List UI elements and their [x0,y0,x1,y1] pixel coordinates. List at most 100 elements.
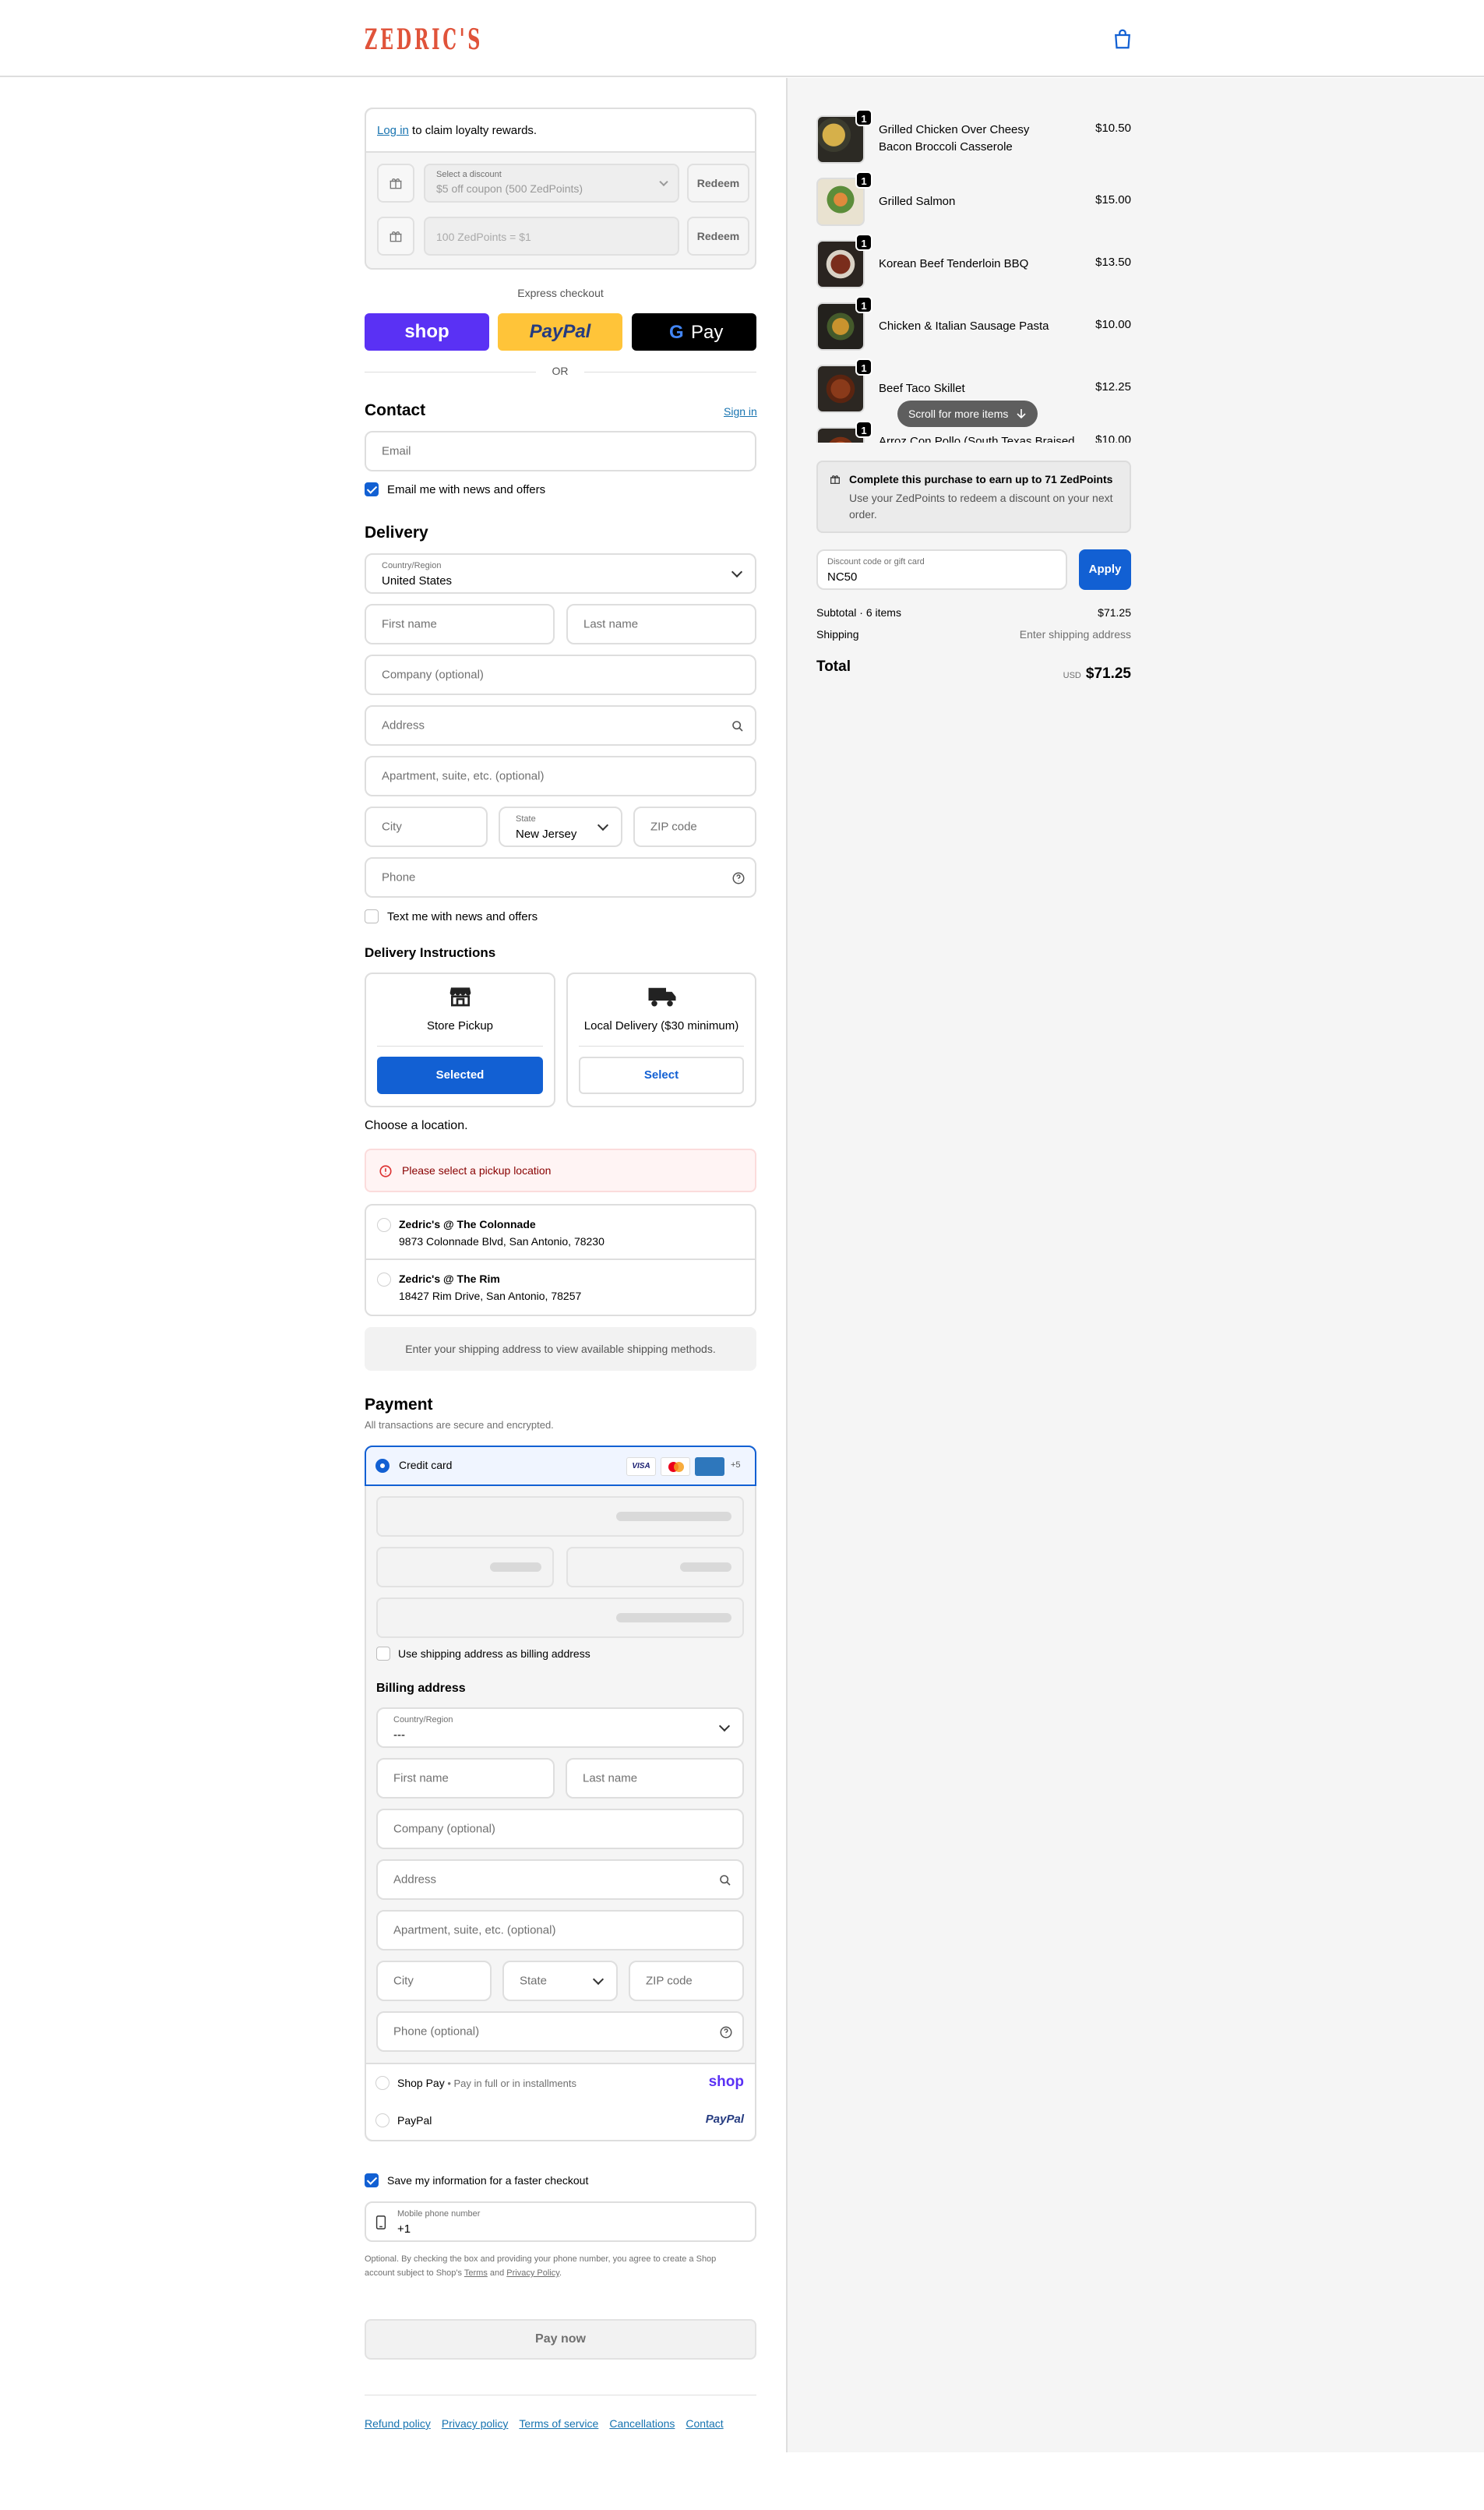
mastercard-icon [661,1457,690,1476]
paypal-radio[interactable] [375,2113,390,2127]
location-radio[interactable] [377,1273,391,1287]
paypal-option[interactable]: PayPal PayPal [366,2102,755,2140]
help-circle-icon[interactable] [719,2025,733,2039]
selected-button[interactable]: Selected [377,1057,543,1094]
billing-company-field[interactable]: Company (optional) [376,1809,744,1849]
shopping-bag-icon[interactable] [1111,27,1134,51]
location-option[interactable]: Zedric's @ The Colonnade 9873 Colonnade … [366,1206,755,1260]
discount-select[interactable]: Select a discount $5 off coupon (500 Zed… [424,164,679,203]
terms-of-service-link[interactable]: Terms of service [519,2417,598,2430]
help-circle-icon[interactable] [731,871,746,885]
store-logo[interactable]: ZEDRIC'S [365,23,483,56]
truck-icon [648,987,676,1007]
billing-address-heading: Billing address [376,1682,466,1695]
total-label: Total [816,658,851,675]
discount-code-field[interactable]: Discount code or gift card NC50 [816,549,1067,590]
first-name-field[interactable]: First name [365,604,555,644]
location-option[interactable]: Zedric's @ The Rim 18427 Rim Drive, San … [366,1260,755,1315]
select-button[interactable]: Select [579,1057,744,1094]
item-name: Korean Beef Tenderloin BBQ [879,257,1029,270]
phone-field[interactable]: Phone [365,857,756,898]
points-input[interactable]: 100 ZedPoints = $1 [424,217,679,256]
item-name: Beef Taco Skillet [879,382,965,395]
billing-first-name-field[interactable]: First name [376,1758,555,1799]
apply-button[interactable]: Apply [1079,549,1131,590]
location-radio[interactable] [377,1218,391,1232]
google-pay-button[interactable]: G Pay [632,313,756,351]
cancellations-link[interactable]: Cancellations [609,2417,675,2430]
credit-card-radio[interactable] [375,1459,390,1473]
security-code-field[interactable] [566,1547,744,1587]
email-news-checkbox[interactable] [365,482,379,496]
billing-last-name-field[interactable]: Last name [566,1758,744,1799]
payment-subtitle: All transactions are secure and encrypte… [365,1419,554,1431]
item-price: $12.25 [1095,380,1131,394]
item-name: Grilled Chicken Over Cheesy Bacon Brocco… [879,123,1030,154]
pay-now-button[interactable]: Pay now [365,2319,756,2360]
cart-item: 1 Korean Beef Tenderloin BBQ $13.50 [816,234,1131,291]
sign-in-link[interactable]: Sign in [724,405,757,418]
apartment-field[interactable]: Apartment, suite, etc. (optional) [365,756,756,796]
billing-phone-field[interactable]: Phone (optional) [376,2011,744,2052]
item-price: $13.50 [1095,256,1131,269]
redeem-points-button[interactable]: Redeem [687,217,749,256]
privacy-link[interactable]: Privacy Policy [506,2268,559,2278]
billing-same-checkbox[interactable] [376,1647,390,1661]
cart-items-list: 1 Grilled Chicken Over Cheesy Bacon Broc… [816,109,1131,443]
last-name-field[interactable]: Last name [566,604,756,644]
loyalty-box: Log in to claim loyalty rewards. Select … [365,108,756,270]
login-link[interactable]: Log in [377,124,409,137]
paypal-button[interactable]: PayPal [498,313,622,351]
mobile-phone-field[interactable]: Mobile phone number +1 [365,2201,756,2242]
contact-heading: Contact [365,401,426,419]
state-select[interactable]: State New Jersey [499,807,622,847]
store-icon [449,987,471,1007]
billing-address-field[interactable]: Address [376,1859,744,1900]
store-pickup-card[interactable]: Store Pickup Selected [365,973,555,1107]
arrow-down-icon [1017,409,1026,419]
privacy-policy-link[interactable]: Privacy policy [442,2417,509,2430]
billing-state-select[interactable]: State [502,1961,618,2001]
expiry-field[interactable] [376,1547,554,1587]
item-price: $10.00 [1095,433,1131,443]
save-info-checkbox[interactable] [365,2173,379,2187]
cart-item: 1 Chicken & Italian Sausage Pasta $10.00 [816,296,1131,354]
terms-link[interactable]: Terms [464,2268,488,2278]
zip-field[interactable]: ZIP code [633,807,756,847]
chevron-down-icon [592,1973,605,1986]
amex-icon [695,1457,724,1476]
refund-policy-link[interactable]: Refund policy [365,2417,431,2430]
address-field[interactable]: Address [365,705,756,746]
search-icon [732,721,743,732]
shop-pay-option[interactable]: Shop Pay • Pay in full or in installment… [366,2063,755,2103]
email-field[interactable]: Email [365,431,756,471]
billing-country-select[interactable]: Country/Region --- [376,1707,744,1748]
card-number-field[interactable] [376,1496,744,1537]
quantity-badge: 1 [855,421,872,438]
rewards-notice: Complete this purchase to earn up to 71 … [816,461,1131,533]
contact-link[interactable]: Contact [686,2417,723,2430]
country-select[interactable]: Country/Region United States [365,553,756,594]
company-field[interactable]: Company (optional) [365,655,756,695]
header: ZEDRIC'S [0,0,1484,77]
pickup-locations-list: Zedric's @ The Colonnade 9873 Colonnade … [365,1204,756,1316]
quantity-badge: 1 [855,358,872,376]
delivery-heading: Delivery [365,524,428,542]
billing-apartment-field[interactable]: Apartment, suite, etc. (optional) [376,1910,744,1950]
redeem-button[interactable]: Redeem [687,164,749,203]
text-news-checkbox[interactable] [365,909,379,923]
billing-zip-field[interactable]: ZIP code [629,1961,744,2001]
shop-pay-button[interactable]: shop [365,313,489,351]
item-name: Arroz Con Pollo (South Texas Braised [879,435,1075,443]
scroll-more-items-button[interactable]: Scroll for more items [897,401,1038,427]
subtotal-label: Subtotal · 6 items [816,606,901,619]
billing-city-field[interactable]: City [376,1961,492,2001]
credit-card-option[interactable]: Credit card VISA +5 [365,1446,756,1486]
loyalty-login-text: Log in to claim loyalty rewards. [377,124,538,137]
city-field[interactable]: City [365,807,488,847]
shop-pay-radio[interactable] [375,2076,390,2090]
name-on-card-field[interactable] [376,1597,744,1638]
item-price: $10.00 [1095,318,1131,331]
local-delivery-card[interactable]: Local Delivery ($30 minimum) Select [566,973,756,1107]
shop-legal-text: Optional. By checking the box and provid… [365,2254,717,2278]
